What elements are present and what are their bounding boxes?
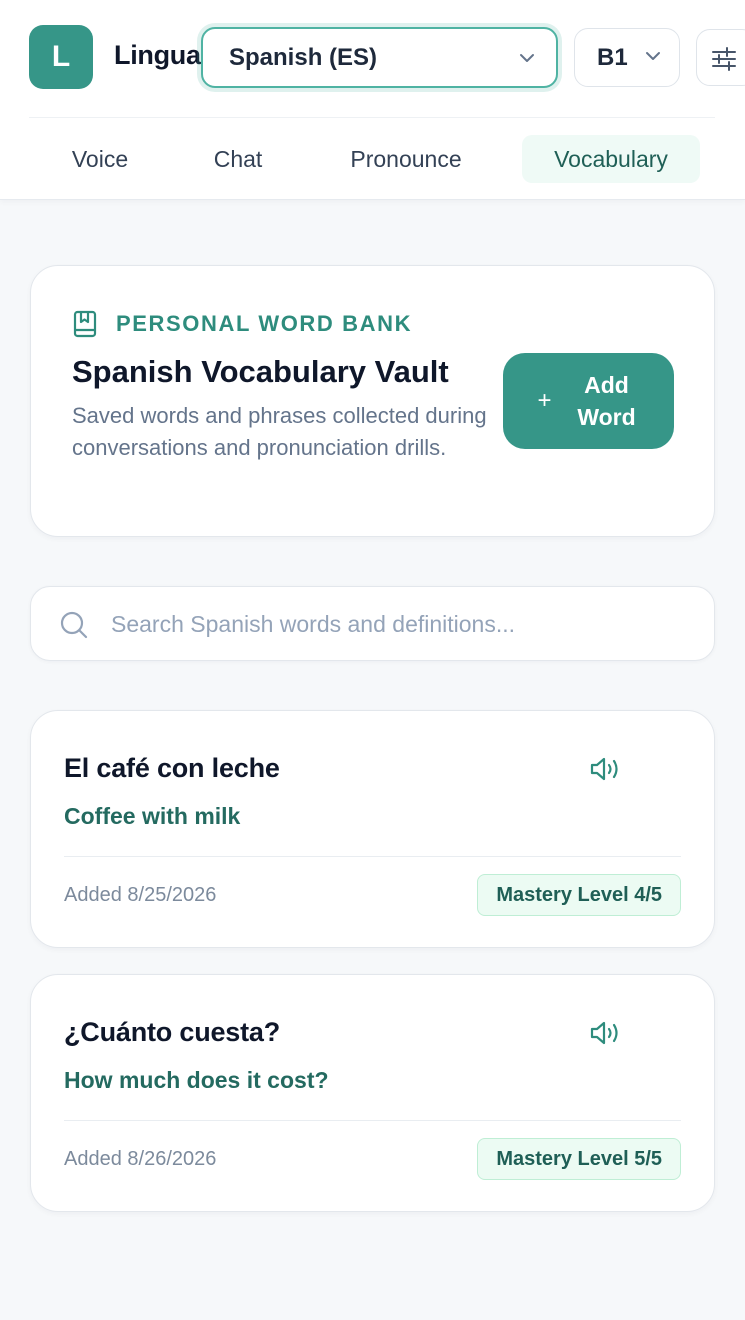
word-card: El café con leche Coffee with milk Added… (30, 710, 715, 948)
word-term: El café con leche (64, 753, 280, 783)
tab-chat[interactable]: Chat (190, 135, 286, 183)
search-input[interactable] (111, 605, 691, 643)
card-divider (64, 856, 681, 857)
page-title: Spanish Vocabulary Vault (72, 354, 449, 389)
tab-vocabulary[interactable]: Vocabulary (522, 135, 700, 183)
word-bank-panel: PERSONAL WORD BANK Spanish Vocabulary Va… (30, 265, 715, 537)
search-box[interactable] (30, 586, 715, 661)
card-divider (64, 1120, 681, 1121)
sliders-icon (712, 47, 736, 71)
tab-pronounce[interactable]: Pronounce (325, 135, 487, 183)
word-definition: How much does it cost? (64, 1067, 329, 1093)
language-select-value: Spanish (ES) (229, 43, 378, 71)
bookmark-book-icon (73, 310, 97, 338)
level-select[interactable]: B1 (574, 28, 680, 87)
add-word-label: Add Word (577, 372, 636, 430)
chevron-down-icon (646, 52, 660, 60)
word-bank-eyebrow: PERSONAL WORD BANK (72, 310, 412, 338)
page-description: Saved words and phrases collected during… (72, 403, 487, 460)
word-added-date: Added 8/25/2026 (64, 884, 217, 906)
eyebrow-label: PERSONAL WORD BANK (116, 311, 413, 336)
settings-button[interactable] (696, 29, 745, 86)
word-added-date: Added 8/26/2026 (64, 1148, 217, 1170)
chevron-down-icon (520, 54, 534, 62)
app-name: Lingua (114, 40, 201, 70)
language-select[interactable]: Spanish (ES) (201, 27, 558, 88)
plus-icon: + (537, 387, 552, 414)
mastery-badge: Mastery Level 4/5 (477, 874, 681, 916)
app-logo[interactable]: L (29, 25, 93, 89)
header-divider (29, 117, 715, 118)
word-term: ¿Cuánto cuesta? (64, 1017, 281, 1047)
word-definition: Coffee with milk (64, 803, 241, 829)
speaker-icon[interactable] (589, 1019, 623, 1047)
level-select-value: B1 (597, 43, 628, 71)
speaker-icon[interactable] (589, 755, 623, 783)
add-word-button[interactable]: + Add Word (503, 353, 674, 449)
tab-voice[interactable]: Voice (47, 135, 153, 183)
word-card: ¿Cuánto cuesta? How much does it cost? A… (30, 974, 715, 1212)
search-icon (60, 611, 88, 639)
app-header: L Lingua Spanish (ES) B1 Voice Chat Pron… (0, 0, 745, 200)
mastery-badge: Mastery Level 5/5 (477, 1138, 681, 1180)
